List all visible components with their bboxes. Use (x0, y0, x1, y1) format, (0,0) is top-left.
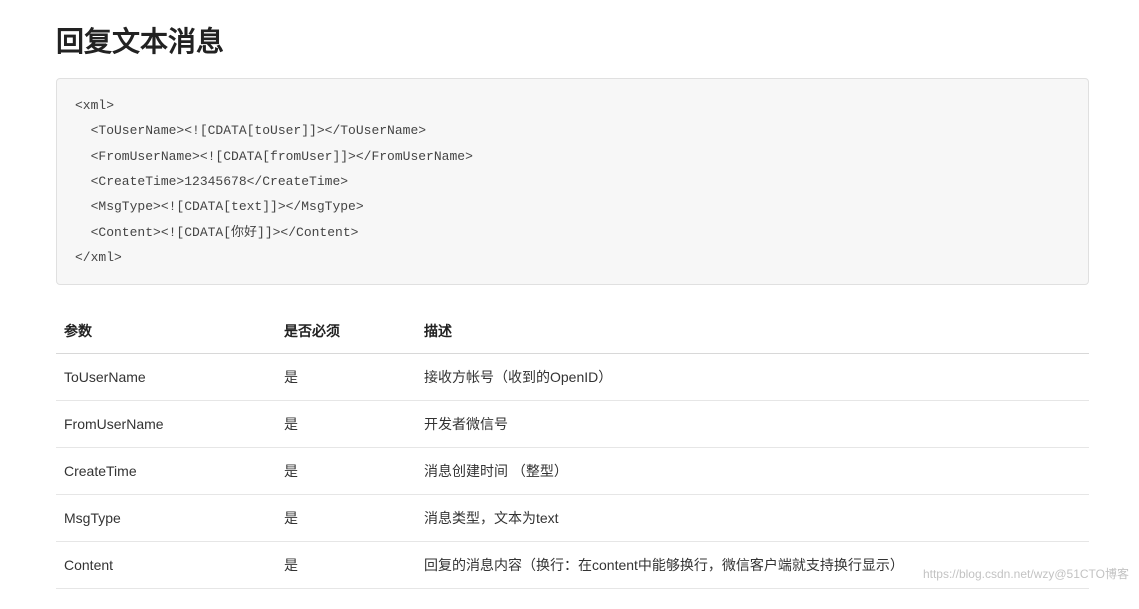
table-row: MsgType 是 消息类型，文本为text (56, 495, 1089, 542)
cell-description: 消息类型，文本为text (416, 495, 1089, 542)
table-header-row: 参数 是否必须 描述 (56, 311, 1089, 354)
table-row: Content 是 回复的消息内容（换行：在content中能够换行，微信客户端… (56, 542, 1089, 589)
table-row: FromUserName 是 开发者微信号 (56, 401, 1089, 448)
cell-required: 是 (276, 448, 416, 495)
cell-param: MsgType (56, 495, 276, 542)
header-param: 参数 (56, 311, 276, 354)
cell-required: 是 (276, 542, 416, 589)
cell-required: 是 (276, 401, 416, 448)
cell-param: CreateTime (56, 448, 276, 495)
table-row: ToUserName 是 接收方帐号（收到的OpenID） (56, 354, 1089, 401)
cell-description: 回复的消息内容（换行：在content中能够换行，微信客户端就支持换行显示） (416, 542, 1089, 589)
cell-param: Content (56, 542, 276, 589)
xml-code-block: <xml> <ToUserName><![CDATA[toUser]]></To… (56, 78, 1089, 285)
header-description: 描述 (416, 311, 1089, 354)
header-required: 是否必须 (276, 311, 416, 354)
cell-required: 是 (276, 495, 416, 542)
table-row: CreateTime 是 消息创建时间 （整型） (56, 448, 1089, 495)
cell-description: 消息创建时间 （整型） (416, 448, 1089, 495)
cell-param: FromUserName (56, 401, 276, 448)
cell-required: 是 (276, 354, 416, 401)
params-table: 参数 是否必须 描述 ToUserName 是 接收方帐号（收到的OpenID）… (56, 311, 1089, 589)
cell-description: 开发者微信号 (416, 401, 1089, 448)
cell-param: ToUserName (56, 354, 276, 401)
cell-description: 接收方帐号（收到的OpenID） (416, 354, 1089, 401)
section-heading: 回复文本消息 (56, 20, 1089, 60)
